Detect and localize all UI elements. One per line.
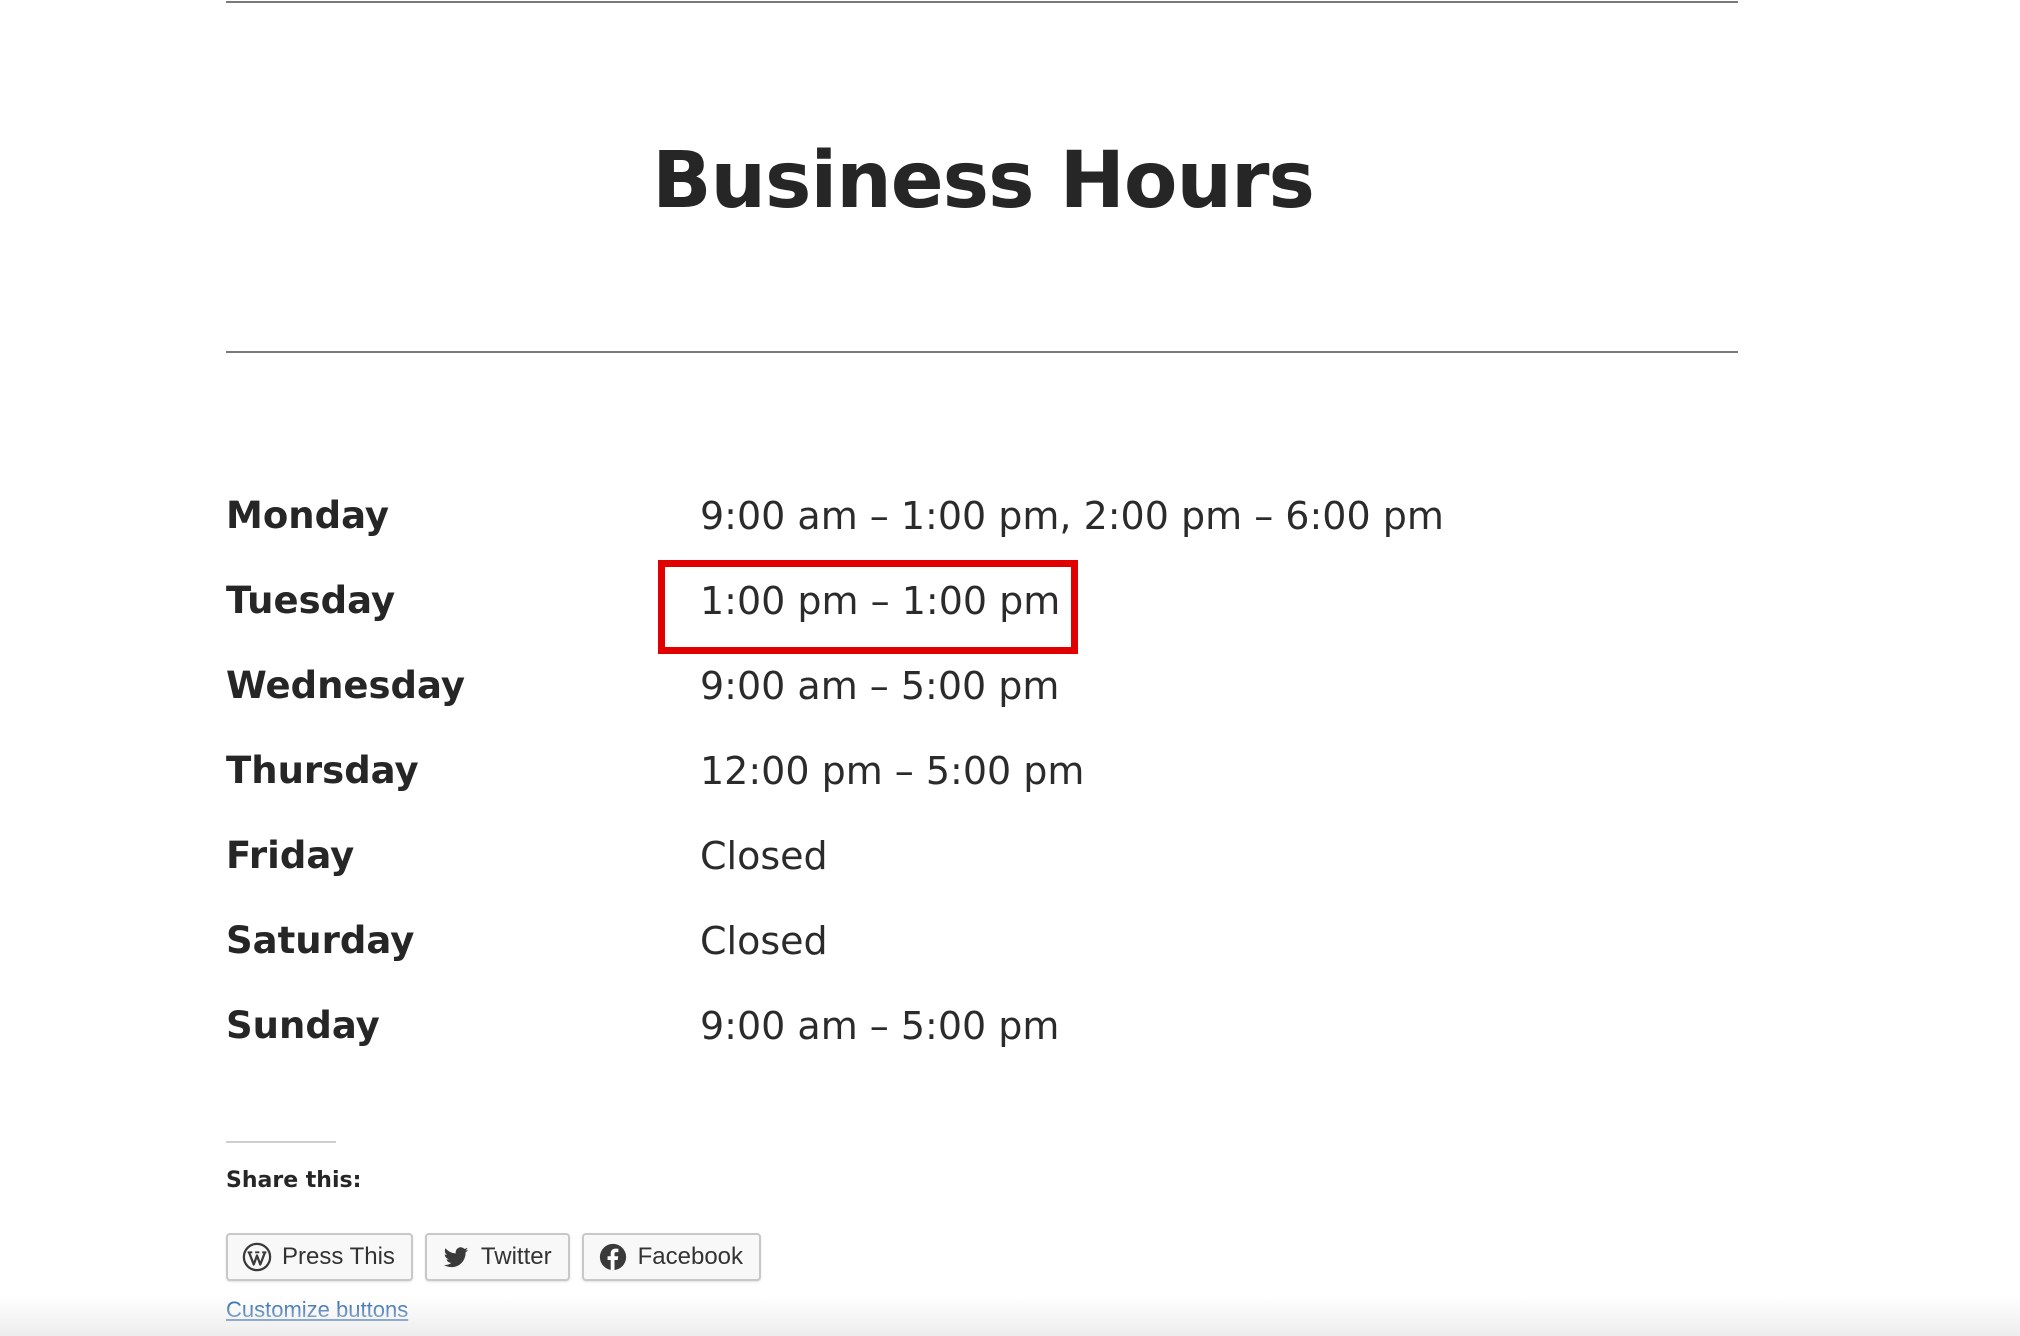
top-divider: [226, 1, 1738, 3]
hours-value: 1:00 pm – 1:00 pm: [700, 579, 1061, 623]
title-divider: [226, 351, 1738, 353]
day-label: Thursday: [226, 749, 419, 792]
hours-row-tuesday: Tuesday 1:00 pm – 1:00 pm: [226, 567, 1626, 652]
hours-value: 12:00 pm – 5:00 pm: [700, 749, 1085, 793]
hours-row-saturday: Saturday Closed: [226, 907, 1626, 992]
hours-value: 9:00 am – 5:00 pm: [700, 664, 1060, 708]
press-this-label: Press This: [282, 1243, 395, 1270]
press-this-button[interactable]: Press This: [226, 1233, 413, 1281]
hours-row-friday: Friday Closed: [226, 822, 1626, 907]
day-label: Friday: [226, 834, 355, 877]
hours-row-monday: Monday 9:00 am – 1:00 pm, 2:00 pm – 6:00…: [226, 482, 1626, 567]
hours-value: Closed: [700, 919, 828, 963]
share-divider: [226, 1141, 336, 1143]
wordpress-icon: [242, 1242, 272, 1272]
twitter-label: Twitter: [480, 1243, 552, 1270]
business-hours-table: Monday 9:00 am – 1:00 pm, 2:00 pm – 6:00…: [226, 482, 1626, 1077]
twitter-icon: [443, 1247, 469, 1268]
facebook-icon: [599, 1243, 626, 1271]
customize-buttons-link[interactable]: Customize buttons: [226, 1297, 408, 1323]
facebook-button[interactable]: Facebook: [581, 1233, 762, 1281]
hours-value: Closed: [700, 834, 828, 878]
share-heading: Share this:: [226, 1168, 362, 1193]
hours-value: 9:00 am – 1:00 pm, 2:00 pm – 6:00 pm: [700, 494, 1444, 538]
hours-row-thursday: Thursday 12:00 pm – 5:00 pm: [226, 737, 1626, 822]
hours-value: 9:00 am – 5:00 pm: [700, 1004, 1060, 1048]
facebook-label: Facebook: [637, 1243, 744, 1270]
share-buttons: Press This Twitter Facebook: [226, 1233, 762, 1281]
hours-row-wednesday: Wednesday 9:00 am – 5:00 pm: [226, 652, 1626, 737]
day-label: Monday: [226, 494, 390, 537]
hours-row-sunday: Sunday 9:00 am – 5:00 pm: [226, 992, 1626, 1077]
page-title: Business Hours: [652, 136, 1315, 226]
twitter-button[interactable]: Twitter: [424, 1233, 570, 1281]
day-label: Wednesday: [226, 664, 465, 707]
day-label: Sunday: [226, 1004, 380, 1047]
day-label: Saturday: [226, 919, 415, 962]
day-label: Tuesday: [226, 579, 396, 622]
